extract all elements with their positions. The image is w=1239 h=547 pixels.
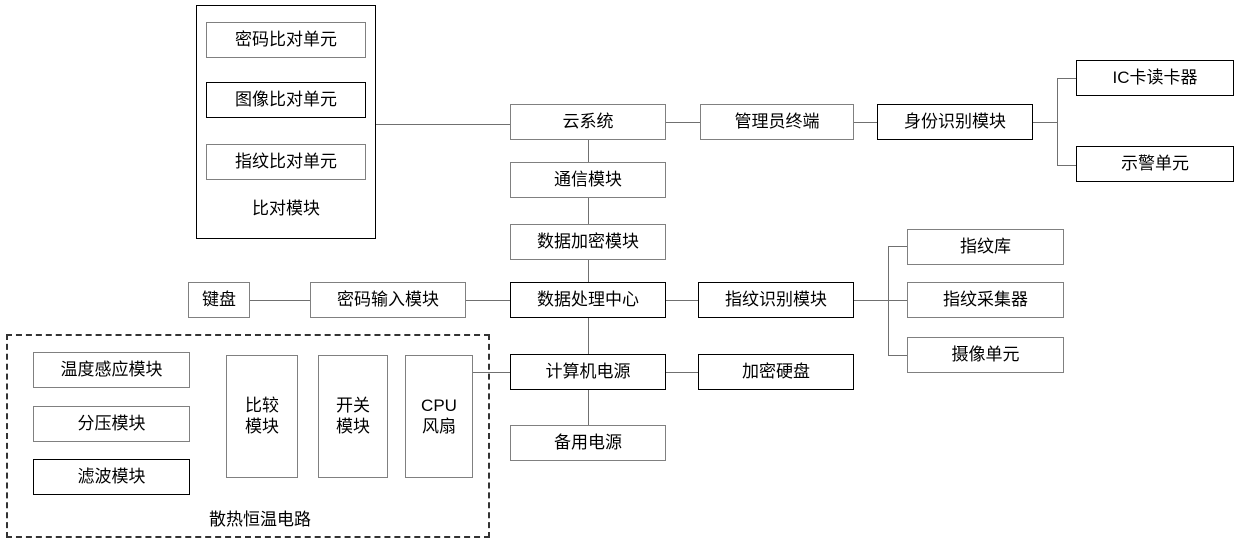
fingerprint-library-box[interactable]: 指纹库	[907, 229, 1064, 265]
cloud-system-box[interactable]: 云系统	[510, 104, 666, 140]
alarm-unit-box[interactable]: 示警单元	[1076, 146, 1234, 182]
data-encryption-module-box[interactable]: 数据加密模块	[510, 224, 666, 260]
communication-module-box[interactable]: 通信模块	[510, 162, 666, 198]
backup-power-box[interactable]: 备用电源	[510, 425, 666, 461]
filter-module-box[interactable]: 滤波模块	[33, 459, 190, 495]
comparison-module-box[interactable]: 比较 模块	[226, 355, 298, 478]
camera-unit-box[interactable]: 摄像单元	[907, 337, 1064, 373]
connector-power-to-encrypted-disk	[666, 372, 698, 373]
compare-unit-fingerprint[interactable]: 指纹比对单元	[206, 144, 366, 180]
connector-password-input-to-processing	[466, 300, 510, 301]
compare-module-caption: 比对模块	[252, 199, 320, 218]
connector-processing-to-power	[588, 318, 589, 354]
encrypted-disk-box[interactable]: 加密硬盘	[698, 354, 854, 390]
connector-identity-to-bus	[1033, 122, 1057, 123]
connector-encryption-to-processing	[588, 260, 589, 282]
temperature-sensing-module-box[interactable]: 温度感应模块	[33, 352, 190, 388]
voltage-divider-module-box[interactable]: 分压模块	[33, 406, 190, 442]
compare-unit-password[interactable]: 密码比对单元	[206, 22, 366, 58]
connector-bus-to-alarm-unit	[1057, 165, 1076, 166]
keyboard-box[interactable]: 键盘	[188, 282, 250, 318]
password-input-module-box[interactable]: 密码输入模块	[310, 282, 466, 318]
connector-bus-to-fingerprint-collector	[888, 300, 907, 301]
connector-power-to-backup	[588, 390, 589, 425]
cpu-fan-box[interactable]: CPU 风扇	[405, 355, 473, 478]
connector-bus-to-fingerprint-library	[888, 246, 907, 247]
connector-identity-bus-vertical	[1057, 78, 1058, 166]
ic-card-reader-box[interactable]: IC卡读卡器	[1076, 60, 1234, 96]
connector-fingerprint-to-bus	[854, 300, 888, 301]
fingerprint-module-box[interactable]: 指纹识别模块	[698, 282, 854, 318]
identity-module-box[interactable]: 身份识别模块	[877, 104, 1033, 140]
fingerprint-collector-box[interactable]: 指纹采集器	[907, 282, 1064, 318]
connector-bus-to-camera-unit	[888, 355, 907, 356]
connector-communication-to-encryption	[588, 198, 589, 224]
connector-thermal-to-power	[473, 372, 510, 373]
connector-processing-to-fingerprint	[666, 300, 698, 301]
compare-unit-image[interactable]: 图像比对单元	[206, 82, 366, 118]
computer-power-box[interactable]: 计算机电源	[510, 354, 666, 390]
diagram-canvas: 密码比对单元 图像比对单元 指纹比对单元 比对模块 云系统 通信模块 数据加密模…	[0, 0, 1239, 547]
switch-module-box[interactable]: 开关 模块	[318, 355, 388, 478]
connector-keyboard-to-password-input	[250, 300, 310, 301]
connector-compare-to-cloud	[376, 124, 510, 125]
data-processing-center-box[interactable]: 数据处理中心	[510, 282, 666, 318]
connector-fingerprint-bus-vertical	[888, 246, 889, 356]
connector-bus-to-ic-card-reader	[1057, 78, 1076, 79]
admin-terminal-box[interactable]: 管理员终端	[700, 104, 854, 140]
connector-cloud-to-admin	[666, 122, 700, 123]
connector-cloud-to-communication	[588, 140, 589, 162]
thermal-circuit-caption: 散热恒温电路	[209, 510, 311, 529]
connector-admin-to-identity	[854, 122, 877, 123]
